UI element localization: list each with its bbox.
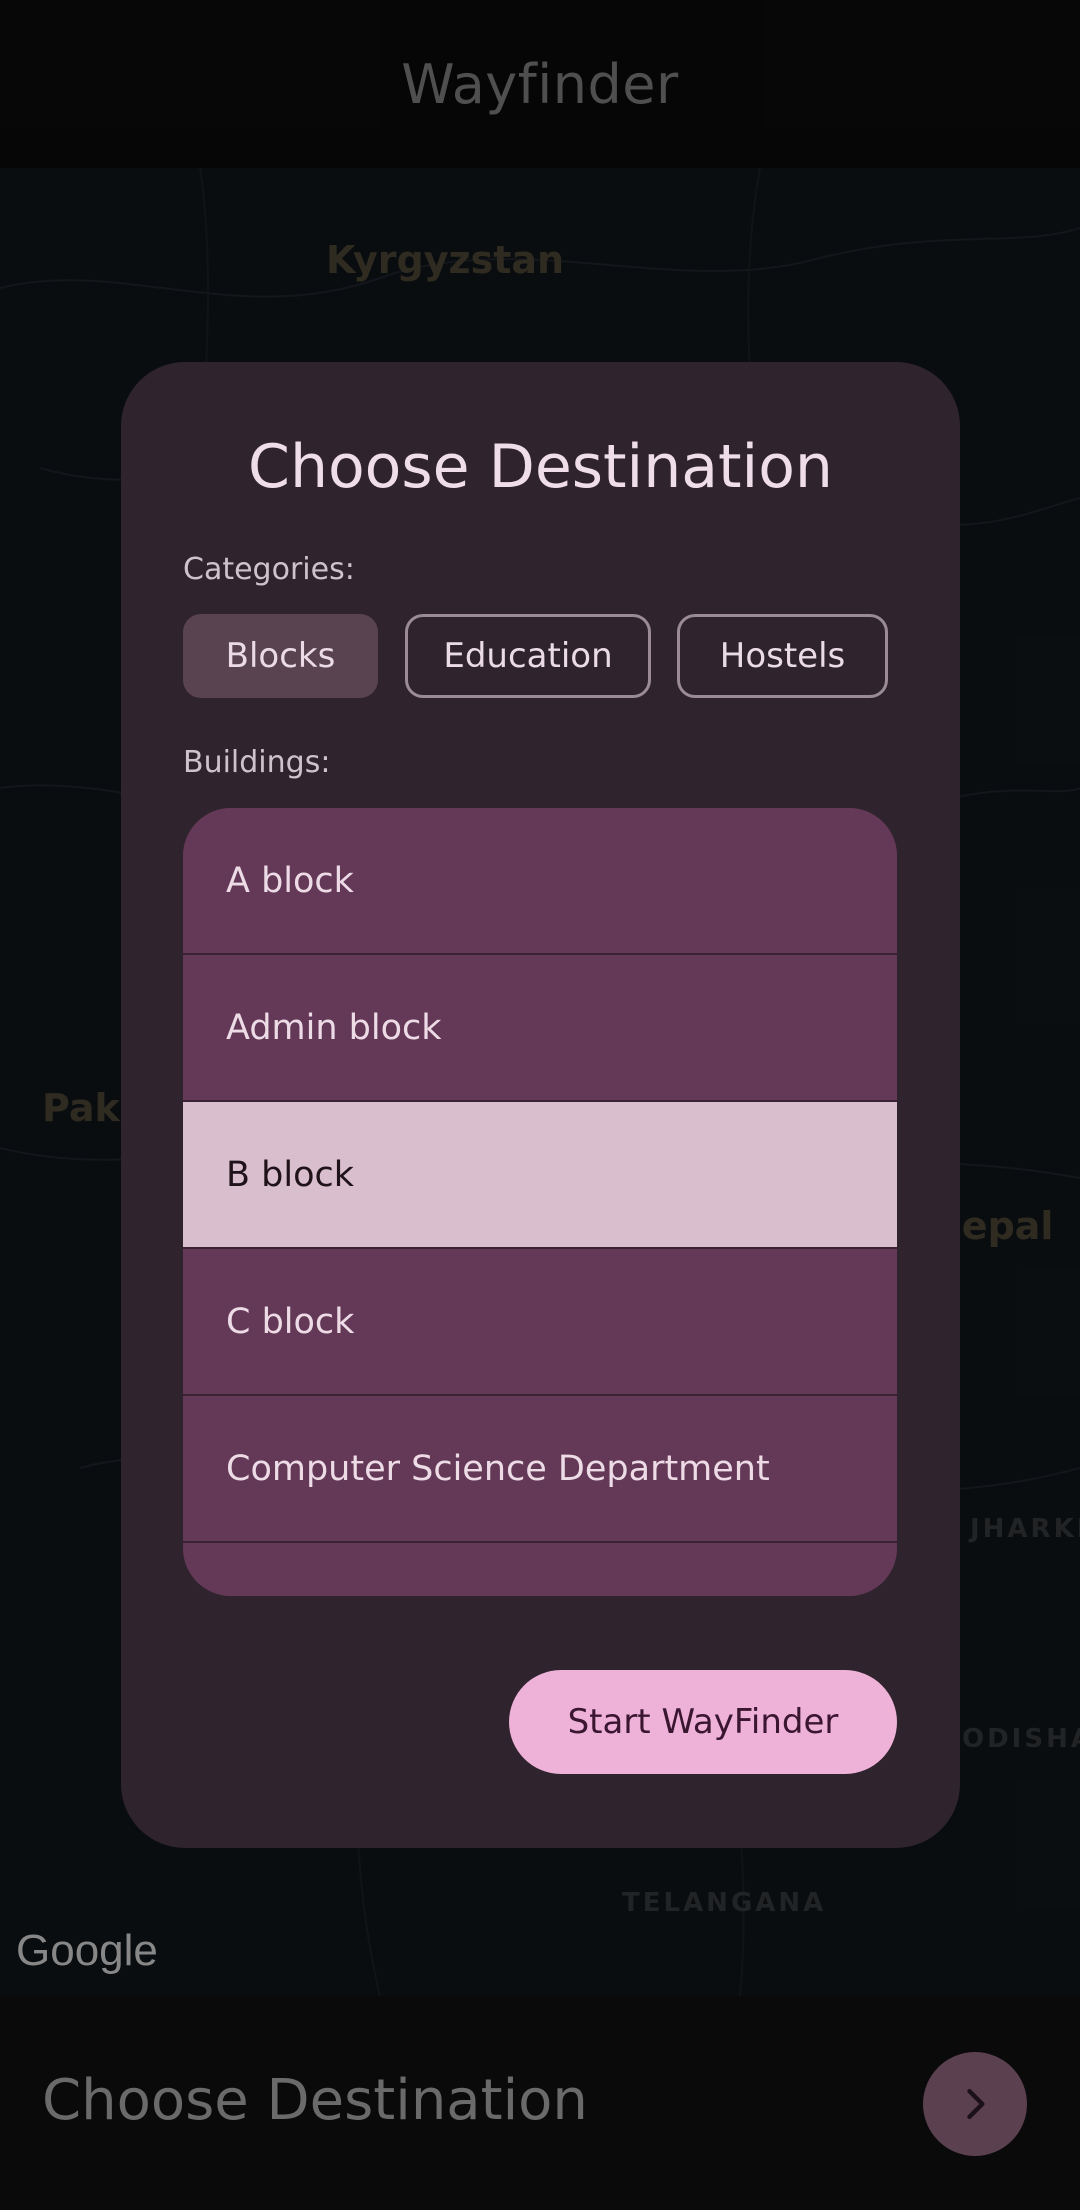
chip-hostels[interactable]: Hostels bbox=[677, 614, 888, 698]
categories-label: Categories: bbox=[183, 552, 355, 587]
list-item-computer-science-department[interactable]: Computer Science Department bbox=[183, 1396, 897, 1543]
chip-label: Hostels bbox=[719, 636, 846, 676]
bottom-bar: Choose Destination bbox=[0, 1996, 1080, 2210]
next-button[interactable] bbox=[923, 2052, 1027, 2156]
list-item-label: C block bbox=[226, 1301, 355, 1342]
list-item-c-block[interactable]: C block bbox=[183, 1249, 897, 1396]
chip-label: Blocks bbox=[225, 636, 336, 676]
list-item-partial[interactable] bbox=[183, 1543, 897, 1596]
choose-destination-dialog: Choose Destination Categories: Blocks Ed… bbox=[121, 362, 960, 1848]
chip-education[interactable]: Education bbox=[405, 614, 651, 698]
list-item-label: Computer Science Department bbox=[226, 1448, 770, 1489]
start-button-label: Start WayFinder bbox=[567, 1702, 839, 1742]
buildings-label: Buildings: bbox=[183, 745, 331, 780]
start-wayfinder-button[interactable]: Start WayFinder bbox=[509, 1670, 897, 1774]
dialog-title: Choose Destination bbox=[248, 432, 833, 502]
buildings-list[interactable]: A block Admin block B block C block Comp… bbox=[183, 808, 897, 1596]
chip-blocks[interactable]: Blocks bbox=[183, 614, 378, 698]
list-item-admin-block[interactable]: Admin block bbox=[183, 955, 897, 1102]
list-item-b-block[interactable]: B block bbox=[183, 1102, 897, 1249]
list-item-a-block[interactable]: A block bbox=[183, 808, 897, 955]
list-item-label: B block bbox=[226, 1154, 355, 1195]
list-item-label: Admin block bbox=[226, 1007, 442, 1048]
chevron-right-icon bbox=[967, 2088, 985, 2120]
chip-label: Education bbox=[443, 636, 613, 676]
list-item-label: A block bbox=[226, 860, 354, 901]
bottom-bar-title: Choose Destination bbox=[42, 2068, 588, 2133]
